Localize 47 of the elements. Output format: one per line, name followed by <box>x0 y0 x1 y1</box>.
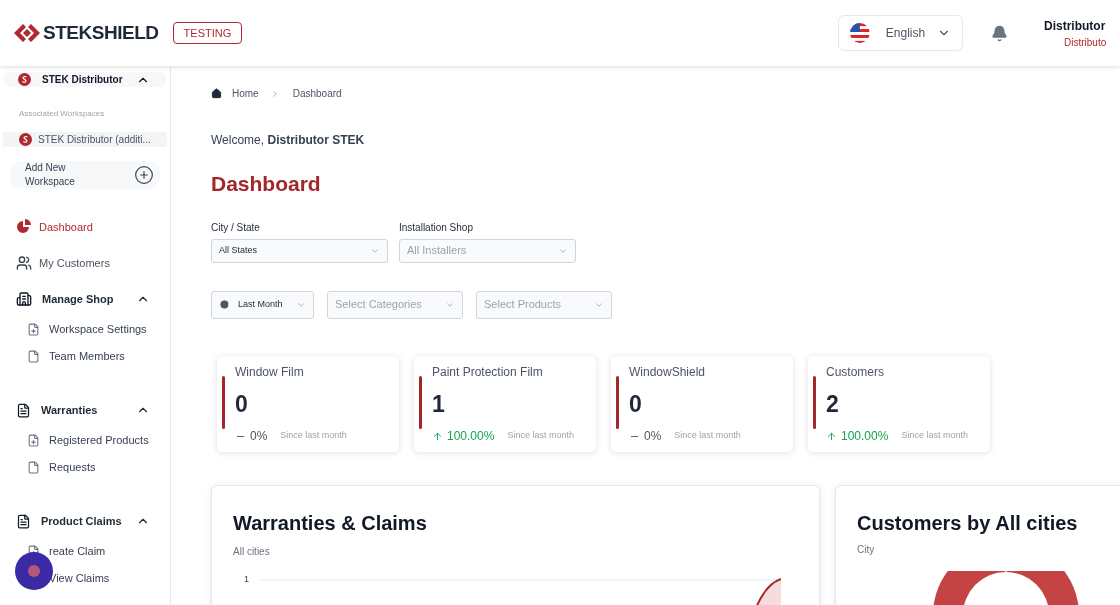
stat-change: 100.00% <box>447 428 495 445</box>
stat-change: 0% <box>644 428 662 445</box>
stat-title: Customers <box>826 363 885 381</box>
stat-title: Paint Protection Film <box>432 363 544 381</box>
stat-value: 1 <box>432 389 446 419</box>
chart-title: Customers by All cities <box>857 510 1079 536</box>
filter-label: City / State <box>211 220 261 235</box>
stat-note: Since last month <box>280 429 347 443</box>
nav-group[interactable]: Manage Shop <box>0 288 170 310</box>
stat-change: 100.00% <box>841 428 889 445</box>
chart-subtitle: City <box>857 542 876 557</box>
nav-group[interactable]: Product Claims <box>0 510 170 532</box>
environment-badge: TESTING <box>172 21 243 45</box>
chart-subtitle: All cities <box>233 544 271 559</box>
page-title: Dashboard <box>211 171 322 197</box>
filter-label: Installation Shop <box>399 220 474 235</box>
logo-text: STEKSHIELD <box>43 20 159 45</box>
add-workspace-button[interactable]: Add New Workspace <box>10 161 160 189</box>
nav-group[interactable]: Warranties <box>0 399 170 421</box>
stat-note: Since last month <box>674 429 741 443</box>
filter-select[interactable]: All States <box>211 238 388 263</box>
nav-subitem[interactable]: Team Members <box>0 343 170 370</box>
stat-value: 0 <box>235 389 249 419</box>
stat-value: 2 <box>826 389 840 419</box>
axis-tick-label: 1 <box>244 572 249 586</box>
welcome-text: Welcome, Distributor STEK <box>211 132 366 149</box>
breadcrumb-link[interactable]: Dashboard <box>292 86 342 101</box>
workspace-switcher[interactable]: STEK Distributor <box>4 72 166 87</box>
period-select[interactable]: Last Month <box>211 290 314 319</box>
nav-item[interactable]: My Customers <box>0 252 170 274</box>
stat-value: 0 <box>629 389 643 419</box>
stat-change: 0% <box>250 428 268 445</box>
stat-note: Since last month <box>507 429 574 443</box>
nav-subitem[interactable]: Workspace Settings <box>0 316 170 343</box>
breadcrumb-link[interactable]: Home <box>232 86 259 101</box>
user-name: Distributor <box>1044 17 1106 35</box>
chart-title: Warranties & Claims <box>233 510 428 536</box>
workspace-item[interactable]: STEK Distributor (additi... <box>3 132 167 147</box>
stat-title: Window Film <box>235 363 305 381</box>
language-select[interactable]: English <box>838 15 963 51</box>
nav-item[interactable]: Dashboard <box>0 216 170 238</box>
user-role: Distributo <box>1064 35 1106 50</box>
nav-subitem[interactable]: Requests <box>0 454 170 481</box>
stat-title: WindowShield <box>629 363 707 381</box>
section-label: Associated Workspaces <box>19 108 106 120</box>
stat-note: Since last month <box>901 429 968 443</box>
nav-subitem[interactable]: Registered Products <box>0 427 170 454</box>
